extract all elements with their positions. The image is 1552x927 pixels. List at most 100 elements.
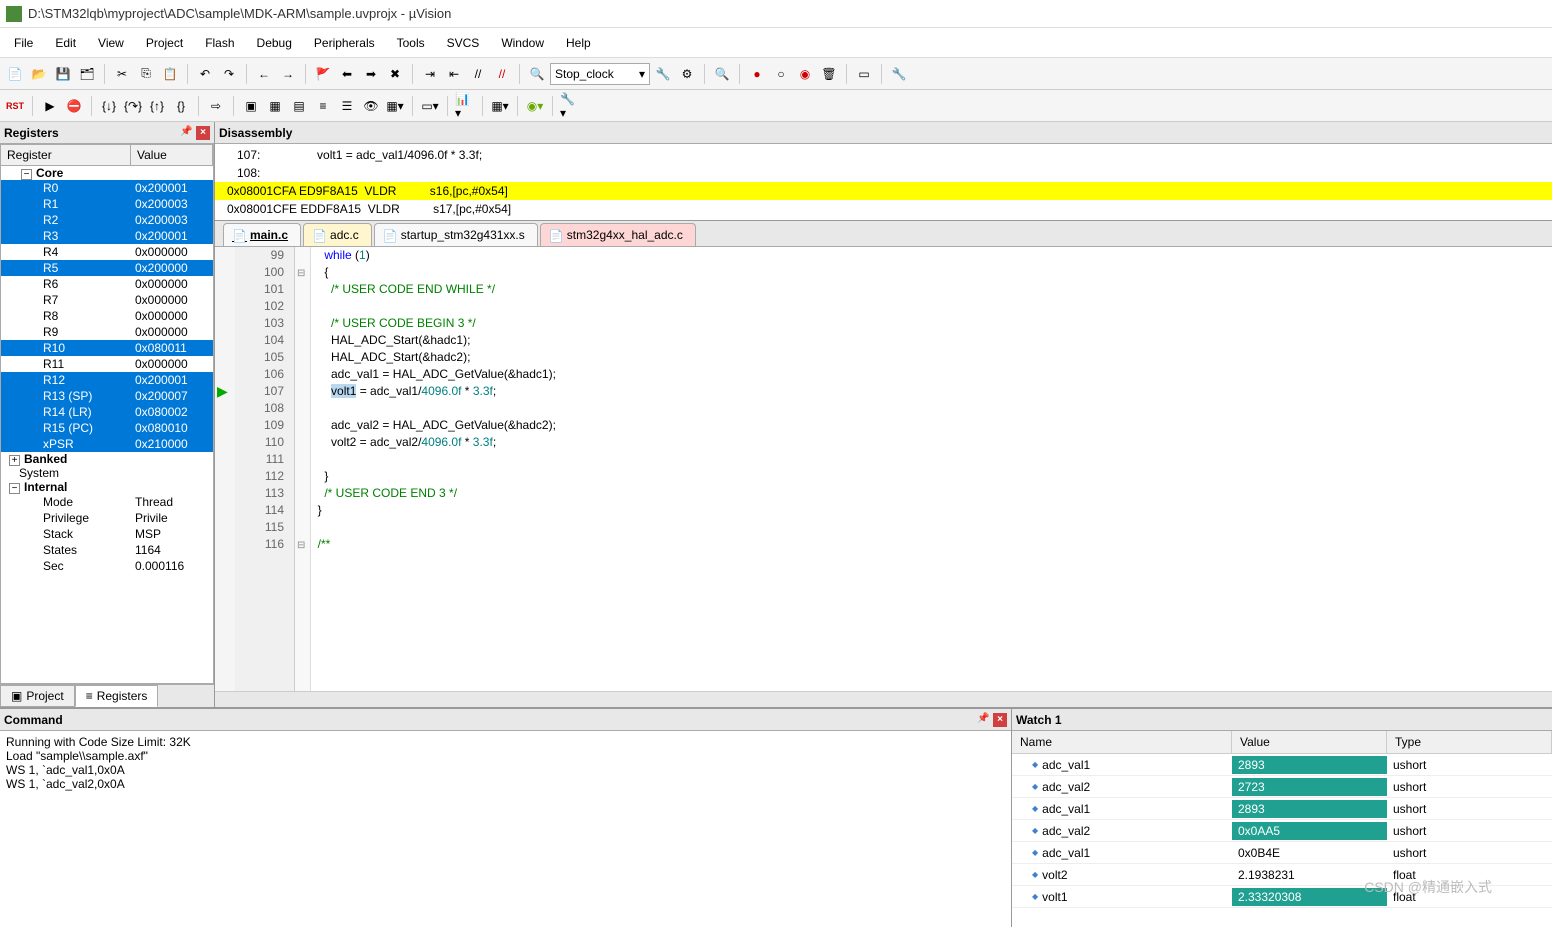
code-line[interactable]: while (1) [311, 247, 1552, 264]
step-in-icon[interactable]: {↓} [98, 95, 120, 117]
register-row[interactable]: R100x080011 [1, 340, 213, 356]
command-output[interactable]: Running with Code Size Limit: 32KLoad "s… [0, 731, 1011, 927]
register-row[interactable]: R70x000000 [1, 292, 213, 308]
register-row[interactable]: States1164 [1, 542, 213, 558]
find-icon[interactable]: 🔍 [526, 63, 548, 85]
pin-icon[interactable]: 📌 [180, 126, 194, 140]
code-line[interactable]: } [311, 502, 1552, 519]
symbols-window-icon[interactable]: ▤ [288, 95, 310, 117]
paste-icon[interactable]: 📋 [159, 63, 181, 85]
bp-kill-icon[interactable]: 🗑 [818, 63, 840, 85]
code-line[interactable] [311, 400, 1552, 417]
window-icon[interactable]: ▭ [853, 63, 875, 85]
menu-flash[interactable]: Flash [195, 32, 244, 54]
run-to-cursor-icon[interactable]: {} [170, 95, 192, 117]
file-tab[interactable]: 📄adc.c [303, 223, 372, 246]
reg-group-banked[interactable]: +Banked [1, 452, 213, 466]
disasm-line[interactable]: 108: [215, 164, 1552, 182]
config-icon[interactable]: 🔧 [652, 63, 674, 85]
system-viewer-icon[interactable]: ◉▾ [524, 95, 546, 117]
fold-icon[interactable]: ⊟ [295, 268, 305, 279]
register-row[interactable]: R120x200001 [1, 372, 213, 388]
cut-icon[interactable]: ✂ [111, 63, 133, 85]
bp-enable-icon[interactable]: ◉ [794, 63, 816, 85]
code-line[interactable]: } [311, 468, 1552, 485]
show-next-icon[interactable]: ⇨ [205, 95, 227, 117]
wrench-icon[interactable]: 🔧 [888, 63, 910, 85]
step-over-icon[interactable]: {↷} [122, 95, 144, 117]
code-line[interactable]: volt1 = adc_val1/4096.0f * 3.3f; [311, 383, 1552, 400]
register-row[interactable]: PrivilegePrivile [1, 510, 213, 526]
code-line[interactable]: adc_val1 = HAL_ADC_GetValue(&hadc1); [311, 366, 1552, 383]
file-tab[interactable]: 📄main.c [223, 223, 301, 246]
register-row[interactable]: StackMSP [1, 526, 213, 542]
breakpoint-icon[interactable]: ● [746, 63, 768, 85]
stop-icon[interactable]: ⛔ [63, 95, 85, 117]
serial-window-icon[interactable]: ▭▾ [419, 95, 441, 117]
horizontal-scrollbar[interactable] [215, 691, 1552, 707]
watch-row[interactable]: ◆adc_val12893ushort [1012, 754, 1552, 776]
indent-icon[interactable]: ⇥ [419, 63, 441, 85]
close-icon[interactable]: × [993, 713, 1007, 727]
watch-table[interactable]: Name Value Type ◆adc_val12893ushort◆adc_… [1012, 731, 1552, 927]
disasm-line[interactable]: 0x08001CFA ED9F8A15 VLDR s16,[pc,#0x54] [215, 182, 1552, 200]
code-line[interactable]: HAL_ADC_Start(&hadc2); [311, 349, 1552, 366]
call-stack-icon[interactable]: ☰ [336, 95, 358, 117]
bookmark-prev-icon[interactable]: ⬅ [336, 63, 358, 85]
debug-icon[interactable]: 🔍 [711, 63, 733, 85]
register-row[interactable]: ModeThread [1, 494, 213, 510]
register-row[interactable]: R50x200000 [1, 260, 213, 276]
menu-debug[interactable]: Debug [247, 32, 302, 54]
bp-disable-icon[interactable]: ○ [770, 63, 792, 85]
register-row[interactable]: R30x200001 [1, 228, 213, 244]
code-line[interactable] [311, 451, 1552, 468]
fold-icon[interactable]: ⊟ [295, 540, 305, 551]
nav-fwd-icon[interactable]: → [277, 63, 299, 85]
register-row[interactable]: R110x000000 [1, 356, 213, 372]
tab-project[interactable]: ▣Project [0, 685, 75, 707]
register-row[interactable]: R40x000000 [1, 244, 213, 260]
bookmark-clear-icon[interactable]: ✖ [384, 63, 406, 85]
file-tab[interactable]: 📄startup_stm32g431xx.s [374, 223, 538, 246]
watch-enter-expression[interactable] [1012, 908, 1552, 927]
code-line[interactable] [311, 298, 1552, 315]
watch-window-icon[interactable]: 👁 [360, 95, 382, 117]
menu-project[interactable]: Project [136, 32, 193, 54]
run-icon[interactable]: ▶ [39, 95, 61, 117]
toolbox-icon[interactable]: 🔧▾ [559, 95, 581, 117]
trace-icon[interactable]: ▦▾ [489, 95, 511, 117]
registers-table[interactable]: Register Value −CoreR00x200001R10x200003… [0, 144, 214, 684]
register-row[interactable]: R80x000000 [1, 308, 213, 324]
register-row[interactable]: R10x200003 [1, 196, 213, 212]
registers-window-icon[interactable]: ≡ [312, 95, 334, 117]
comment-icon[interactable]: // [467, 63, 489, 85]
watch-row[interactable]: ◆adc_val10x0B4Eushort [1012, 842, 1552, 864]
bookmark-icon[interactable]: 🚩 [312, 63, 334, 85]
menu-peripherals[interactable]: Peripherals [304, 32, 385, 54]
menu-edit[interactable]: Edit [45, 32, 86, 54]
pin-icon[interactable]: 📌 [977, 713, 991, 727]
unindent-icon[interactable]: ⇤ [443, 63, 465, 85]
options-icon[interactable]: ⚙ [676, 63, 698, 85]
copy-icon[interactable]: ⎘ [135, 63, 157, 85]
menu-file[interactable]: File [4, 32, 43, 54]
register-row[interactable]: R14 (LR)0x080002 [1, 404, 213, 420]
tab-registers[interactable]: ≡Registers [75, 685, 159, 707]
target-combo[interactable]: Stop_clock▾ [550, 63, 650, 85]
code-line[interactable]: { [311, 264, 1552, 281]
close-icon[interactable]: × [196, 126, 210, 140]
disasm-window-icon[interactable]: ▦ [264, 95, 286, 117]
menu-svcs[interactable]: SVCS [437, 32, 490, 54]
register-row[interactable]: R20x200003 [1, 212, 213, 228]
menu-help[interactable]: Help [556, 32, 601, 54]
memory-window-icon[interactable]: ▦▾ [384, 95, 406, 117]
reg-group-system[interactable]: System [1, 466, 213, 480]
watch-row[interactable]: ◆adc_val12893ushort [1012, 798, 1552, 820]
undo-icon[interactable]: ↶ [194, 63, 216, 85]
new-icon[interactable]: 📄 [4, 63, 26, 85]
reset-icon[interactable]: RST [4, 95, 26, 117]
file-tab[interactable]: 📄stm32g4xx_hal_adc.c [540, 223, 696, 246]
reg-group-internal[interactable]: −Internal [1, 480, 213, 494]
code-line[interactable]: /** [311, 536, 1552, 553]
code-line[interactable]: /* USER CODE END 3 */ [311, 485, 1552, 502]
